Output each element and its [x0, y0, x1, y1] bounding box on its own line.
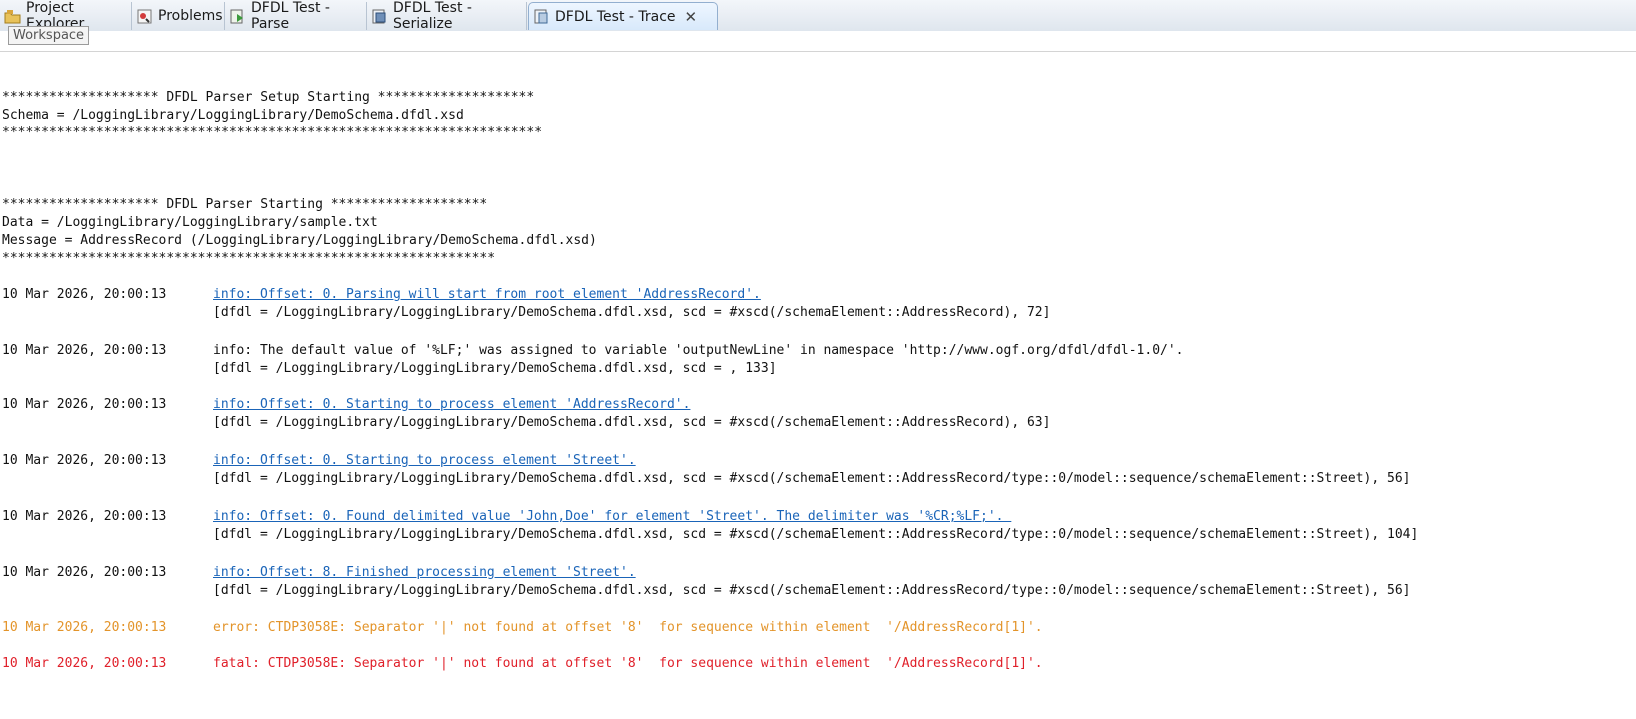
tab-dfdl-test-parse[interactable]: DFDL Test - Parse	[225, 0, 367, 32]
tab-problems[interactable]: Problems	[132, 2, 225, 30]
setup-schema-line: Schema = /LoggingLibrary/LoggingLibrary/…	[2, 108, 464, 123]
dfdl-trace-icon	[534, 9, 548, 24]
log-message-error: error: CTDP3058E: Separator '|' not foun…	[213, 620, 1043, 635]
log-message-link[interactable]: info: Offset: 0. Found delimited value '…	[213, 508, 1011, 525]
log-message-link[interactable]: info: Offset: 8. Finished processing ele…	[213, 564, 636, 581]
log-timestamp: 10 Mar 2026, 20:00:13	[2, 287, 167, 302]
setup-footer-line: ****************************************…	[2, 125, 543, 140]
log-detail: [dfdl = /LoggingLibrary/LoggingLibrary/D…	[213, 471, 1411, 486]
log-message-link[interactable]: info: Offset: 0. Starting to process ele…	[213, 396, 690, 413]
log-timestamp: 10 Mar 2026, 20:00:13	[2, 343, 167, 358]
console-view-bar: Console	[0, 31, 1636, 52]
problems-icon	[137, 9, 152, 23]
workspace-tooltip: Workspace	[8, 26, 90, 45]
log-timestamp: 10 Mar 2026, 20:00:13	[2, 453, 167, 468]
parser-data-line: Data = /LoggingLibrary/LoggingLibrary/sa…	[2, 215, 378, 230]
tab-label: Problems	[158, 8, 223, 24]
parser-header-line: ******************** DFDL Parser Startin…	[2, 197, 488, 212]
log-message: info: The default value of '%LF;' was as…	[213, 343, 1184, 358]
view-tab-bar: Project Explorer Problems DFDL Test - Pa…	[0, 0, 1636, 32]
log-timestamp: 10 Mar 2026, 20:00:13	[2, 509, 167, 524]
log-timestamp: 10 Mar 2026, 20:00:13	[2, 397, 167, 412]
log-message-fatal: fatal: CTDP3058E: Separator '|' not foun…	[213, 656, 1043, 671]
log-detail: [dfdl = /LoggingLibrary/LoggingLibrary/D…	[213, 527, 1419, 542]
dfdl-serialize-icon	[372, 9, 386, 23]
parser-message-line: Message = AddressRecord (/LoggingLibrary…	[2, 233, 597, 248]
tab-label: DFDL Test - Trace	[555, 8, 676, 25]
tab-dfdl-test-serialize[interactable]: DFDL Test - Serialize	[367, 0, 527, 32]
tab-label: DFDL Test - Parse	[251, 0, 330, 32]
log-timestamp: 10 Mar 2026, 20:00:13	[2, 565, 167, 580]
tab-dfdl-test-trace[interactable]: DFDL Test - Trace ✕	[528, 2, 718, 30]
close-icon[interactable]: ✕	[685, 8, 698, 26]
parser-footer-line: ****************************************…	[2, 251, 496, 266]
tab-label: DFDL Test - Serialize	[393, 0, 472, 32]
console-output: ******************** DFDL Parser Setup S…	[0, 52, 1636, 719]
log-message-link[interactable]: info: Offset: 0. Parsing will start from…	[213, 286, 761, 303]
log-timestamp-fatal: 10 Mar 2026, 20:00:13	[2, 656, 167, 671]
folder-icon	[4, 9, 21, 23]
setup-header-line: ******************** DFDL Parser Setup S…	[2, 90, 535, 105]
log-detail: [dfdl = /LoggingLibrary/LoggingLibrary/D…	[213, 305, 1051, 320]
dfdl-parse-icon	[230, 9, 243, 23]
log-message-link[interactable]: info: Offset: 0. Starting to process ele…	[213, 452, 636, 469]
log-detail: [dfdl = /LoggingLibrary/LoggingLibrary/D…	[213, 361, 777, 376]
log-timestamp-error: 10 Mar 2026, 20:00:13	[2, 620, 167, 635]
log-detail: [dfdl = /LoggingLibrary/LoggingLibrary/D…	[213, 415, 1051, 430]
log-detail: [dfdl = /LoggingLibrary/LoggingLibrary/D…	[213, 583, 1411, 598]
